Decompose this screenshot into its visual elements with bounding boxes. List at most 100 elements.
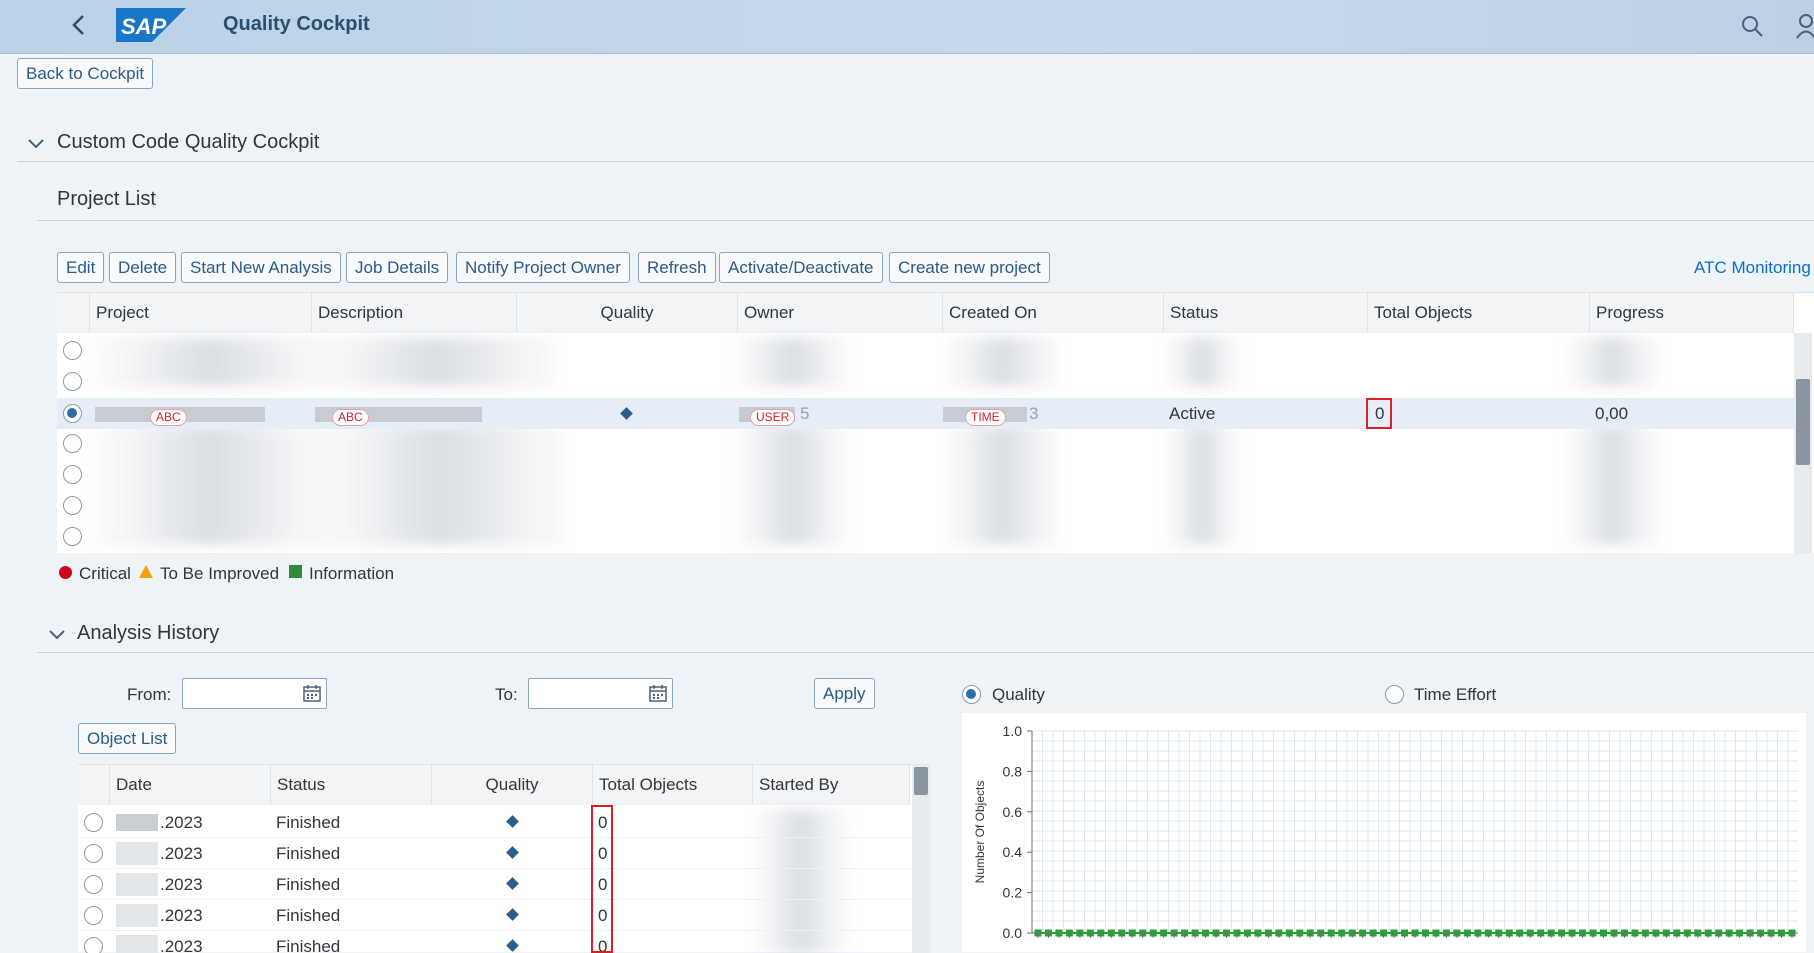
column-header-total-objects[interactable]: Total Objects [593, 765, 753, 805]
status-cell: Finished [276, 844, 341, 863]
created-tag: TIME [965, 409, 1006, 426]
atc-monitoring-link[interactable]: ATC Monitoring [1694, 258, 1811, 278]
notify-project-owner-button[interactable]: Notify Project Owner [456, 252, 630, 283]
redacted-bar [116, 842, 158, 865]
quality-diamond-icon [620, 407, 633, 420]
back-to-cockpit-button[interactable]: Back to Cockpit [17, 58, 154, 89]
y-tick-label: 0.8 [1003, 763, 1023, 779]
table-row[interactable]: .2023 Finished 0 [78, 838, 910, 869]
create-new-project-button[interactable]: Create new project [889, 252, 1050, 283]
calendar-icon[interactable] [649, 684, 667, 702]
row-radio[interactable] [84, 875, 103, 894]
y-axis-label: Number Of Objects [973, 781, 987, 884]
time-effort-radio-label[interactable]: Time Effort [1414, 685, 1496, 705]
column-header-total-objects[interactable]: Total Objects [1368, 293, 1590, 333]
column-header-description[interactable]: Description [312, 293, 517, 333]
column-header-owner[interactable]: Owner [738, 293, 943, 333]
time-effort-radio[interactable] [1385, 685, 1404, 704]
redacted-area [1567, 425, 1657, 545]
sap-logo: SAP [116, 8, 186, 42]
redacted-area [947, 337, 1057, 387]
column-header-quality[interactable]: Quality [517, 293, 738, 333]
shell-bar: SAP Quality Cockpit [0, 0, 1814, 54]
column-header-progress[interactable]: Progress [1590, 293, 1794, 333]
row-radio[interactable] [84, 844, 103, 863]
object-list-button[interactable]: Object List [78, 723, 177, 754]
edit-button[interactable]: Edit [57, 252, 105, 283]
quality-radio[interactable] [962, 685, 981, 704]
calendar-icon[interactable] [303, 684, 321, 702]
column-header-status[interactable]: Status [1164, 293, 1368, 333]
svg-text:SAP: SAP [121, 14, 167, 39]
column-header-status[interactable]: Status [271, 765, 432, 805]
row-radio[interactable] [63, 496, 82, 515]
history-table: Date Status Quality Total Objects Starte… [78, 764, 930, 953]
y-tick-label: 0.4 [1003, 844, 1023, 860]
analysis-history-title: Analysis History [77, 622, 220, 644]
table-row[interactable]: .2023 Finished 0 [78, 869, 910, 900]
from-label: From: [127, 685, 172, 704]
date-cell: .2023 [160, 844, 203, 863]
column-header-date[interactable]: Date [110, 765, 271, 805]
scrollbar-thumb[interactable] [1796, 379, 1810, 465]
date-cell: .2023 [160, 906, 203, 925]
row-radio[interactable] [84, 813, 103, 832]
legend-information: Information [309, 564, 395, 583]
row-radio[interactable] [63, 527, 82, 546]
to-date-input[interactable] [528, 678, 673, 709]
row-radio[interactable] [63, 372, 82, 391]
table-row[interactable]: .2023 Finished 0 [78, 931, 910, 953]
status-cell: Active [1169, 404, 1216, 423]
start-new-analysis-button[interactable]: Start New Analysis [181, 252, 341, 283]
redacted-area [737, 337, 847, 387]
column-header-started-by[interactable]: Started By [753, 765, 910, 805]
redacted-area [1567, 337, 1657, 387]
redacted-area [95, 337, 325, 387]
scrollbar-thumb[interactable] [914, 767, 928, 795]
search-icon[interactable] [1740, 14, 1764, 38]
refresh-button[interactable]: Refresh [638, 252, 716, 283]
y-tick-label: 0.2 [1003, 885, 1023, 901]
table-row-selected[interactable]: ABC ABC USER 5 TIME 3 Active 0 0,00 [57, 398, 1794, 429]
status-cell: Finished [276, 906, 341, 925]
table-row[interactable]: .2023 Finished 0 [78, 900, 910, 931]
column-header-quality[interactable]: Quality [432, 765, 593, 805]
date-cell: .2023 [160, 875, 203, 894]
activate-deactivate-button[interactable]: Activate/Deactivate [719, 252, 883, 283]
redacted-area [95, 425, 325, 545]
apply-button[interactable]: Apply [814, 678, 875, 709]
redacted-area [1167, 337, 1237, 387]
redacted-area [737, 425, 847, 545]
from-date-input[interactable] [182, 678, 327, 709]
y-tick-label: 0.6 [1003, 804, 1023, 820]
redacted-bar [116, 904, 158, 927]
status-cell: Finished [276, 813, 341, 832]
delete-button[interactable]: Delete [109, 252, 177, 283]
project-table: Project Description Quality Owner Create… [57, 292, 1814, 554]
row-radio[interactable] [63, 434, 82, 453]
column-header-project[interactable]: Project [90, 293, 312, 333]
row-radio[interactable] [63, 465, 82, 484]
chevron-down-icon[interactable] [27, 138, 45, 150]
legend-to-be-improved: To Be Improved [160, 564, 280, 583]
row-radio[interactable] [84, 906, 103, 925]
row-radio-selected[interactable] [63, 404, 82, 423]
status-cell: Finished [276, 937, 341, 953]
date-cell: .2023 [160, 937, 203, 953]
table-row[interactable]: .2023 Finished 0 [78, 807, 910, 838]
project-list-title: Project List [57, 188, 156, 210]
job-details-button[interactable]: Job Details [346, 252, 449, 283]
app-title: Quality Cockpit [223, 13, 370, 35]
project-tag: ABC [150, 409, 187, 426]
column-header-created-on[interactable]: Created On [943, 293, 1164, 333]
row-radio[interactable] [84, 937, 103, 953]
back-arrow-icon[interactable] [68, 12, 90, 38]
user-icon[interactable] [1796, 13, 1814, 39]
quality-diamond-icon [506, 939, 519, 952]
legend-critical: Critical [79, 564, 131, 583]
quality-radio-label[interactable]: Quality [992, 685, 1045, 705]
highlight-box [591, 805, 613, 953]
chevron-down-icon[interactable] [48, 629, 66, 641]
divider [17, 161, 1814, 162]
row-radio[interactable] [63, 341, 82, 360]
